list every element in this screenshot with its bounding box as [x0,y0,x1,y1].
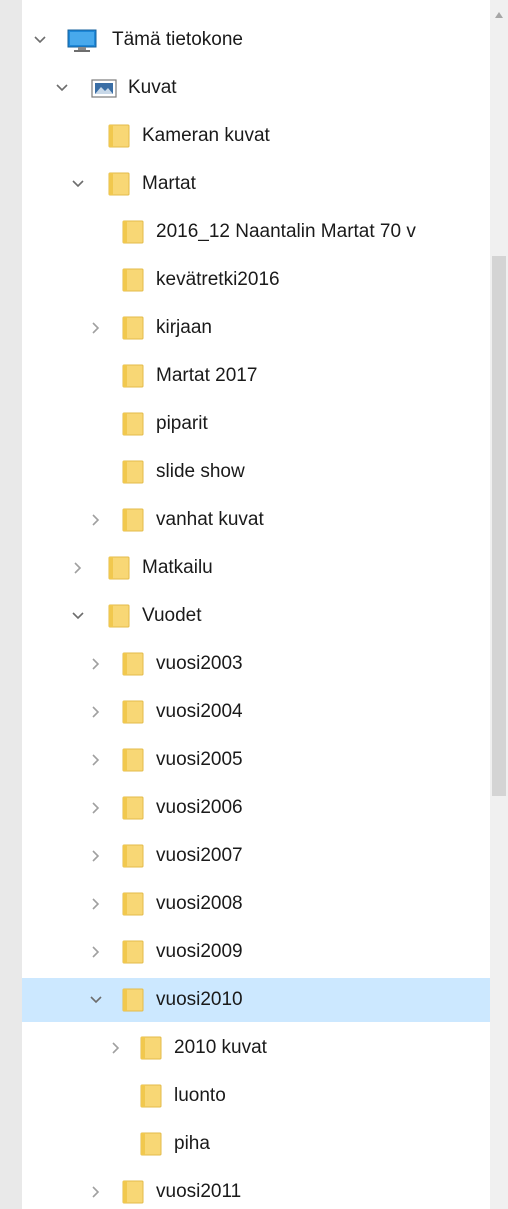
chevron-down-icon[interactable] [52,78,72,98]
tree-item[interactable]: piparit [22,402,490,446]
folder-icon [108,172,130,196]
tree-item-label: vuosi2008 [156,893,243,914]
tree-item-label: Kameran kuvat [142,125,270,146]
chevron-right-icon[interactable] [106,1038,126,1058]
folder-icon [122,316,144,340]
chevron-right-icon[interactable] [86,702,106,722]
chevron-right-icon[interactable] [86,750,106,770]
folder-icon [140,1036,162,1060]
chevron-right-icon[interactable] [86,510,106,530]
tree-item[interactable]: vuosi2006 [22,786,490,830]
tree-item[interactable]: vuosi2005 [22,738,490,782]
folder-icon [122,508,144,532]
tree-item[interactable]: vuosi2003 [22,642,490,686]
tree-item[interactable]: 2016_12 Naantalin Martat 70 v [22,210,490,254]
tree-item[interactable]: slide show [22,450,490,494]
tree-item-label: kevätretki2016 [156,269,280,290]
tree-item-label: kirjaan [156,317,212,338]
tree-item-label: vuosi2004 [156,701,243,722]
tree-item-label: slide show [156,461,245,482]
tree-item[interactable]: Vuodet [22,594,490,638]
tree-item-pictures[interactable]: Kuvat [22,66,490,110]
folder-icon [122,220,144,244]
tree-item[interactable]: vuosi2008 [22,882,490,926]
pictures-folder-icon [91,79,117,98]
tree-item-label: luonto [174,1085,226,1106]
chevron-right-icon[interactable] [86,1182,106,1202]
tree-item-selected[interactable]: vuosi2010 [22,978,490,1022]
tree-item-label: vuosi2009 [156,941,243,962]
chevron-down-icon[interactable] [30,30,50,50]
tree-item-this-pc[interactable]: Tämä tietokone [22,18,490,62]
folder-icon [122,748,144,772]
tree-item[interactable]: Kameran kuvat [22,114,490,158]
scroll-up-arrow-icon[interactable] [494,10,504,20]
tree-item[interactable]: kirjaan [22,306,490,350]
tree-item-label: Vuodet [142,605,202,626]
folder-icon [122,460,144,484]
tree-item[interactable]: kevätretki2016 [22,258,490,302]
tree-item-label: Tämä tietokone [112,29,243,50]
folder-icon [122,892,144,916]
chevron-right-icon[interactable] [86,798,106,818]
tree-item[interactable]: Martat 2017 [22,354,490,398]
tree-item-label: Martat 2017 [156,365,258,386]
tree-item-label: piparit [156,413,208,434]
chevron-right-icon[interactable] [68,558,88,578]
tree-item[interactable]: vanhat kuvat [22,498,490,542]
folder-icon [122,364,144,388]
chevron-right-icon[interactable] [86,318,106,338]
tree-item-label: vuosi2003 [156,653,243,674]
tree-item-label: vuosi2010 [156,989,243,1010]
tree-item[interactable]: Martat [22,162,490,206]
chevron-right-icon[interactable] [86,894,106,914]
tree-item-label: vuosi2011 [156,1181,242,1202]
tree-item-label: vuosi2005 [156,749,243,770]
chevron-right-icon[interactable] [86,654,106,674]
chevron-right-icon[interactable] [86,942,106,962]
tree-item[interactable]: vuosi2007 [22,834,490,878]
folder-icon [122,988,144,1012]
tree-item-label: vuosi2006 [156,797,243,818]
tree-item[interactable]: piha [22,1122,490,1166]
folder-icon [140,1084,162,1108]
chevron-down-icon[interactable] [68,174,88,194]
tree-item-label: Martat [142,173,196,194]
chevron-right-icon[interactable] [86,846,106,866]
tree-item[interactable]: vuosi2004 [22,690,490,734]
folder-icon [108,556,130,580]
tree-item-label: piha [174,1133,210,1154]
chevron-down-icon[interactable] [86,990,106,1010]
tree-item-label: vuosi2007 [156,845,243,866]
tree-item[interactable]: luonto [22,1074,490,1118]
tree-item[interactable]: Matkailu [22,546,490,590]
folder-icon [108,124,130,148]
computer-icon [67,29,97,52]
chevron-down-icon[interactable] [68,606,88,626]
tree-item-label: vanhat kuvat [156,509,264,530]
folder-icon [122,940,144,964]
tree-item[interactable]: vuosi2009 [22,930,490,974]
folder-icon [122,700,144,724]
navigation-pane: Tämä tietokone Kuvat Kameran kuvat Martat… [22,0,490,1209]
tree-item-label: Matkailu [142,557,213,578]
folder-icon [140,1132,162,1156]
tree-item-label: 2016_12 Naantalin Martat 70 v [156,221,416,242]
folder-icon [108,604,130,628]
folder-icon [122,796,144,820]
tree-item-label: Kuvat [128,77,177,98]
scrollbar-thumb[interactable] [492,256,506,796]
folder-icon [122,268,144,292]
tree-item[interactable]: 2010 kuvat [22,1026,490,1070]
tree-item-label: 2010 kuvat [174,1037,267,1058]
vertical-scrollbar[interactable] [490,0,508,1209]
folder-icon [122,844,144,868]
folder-icon [122,1180,144,1204]
tree-item[interactable]: vuosi2011 [22,1170,490,1209]
folder-icon [122,412,144,436]
folder-icon [122,652,144,676]
